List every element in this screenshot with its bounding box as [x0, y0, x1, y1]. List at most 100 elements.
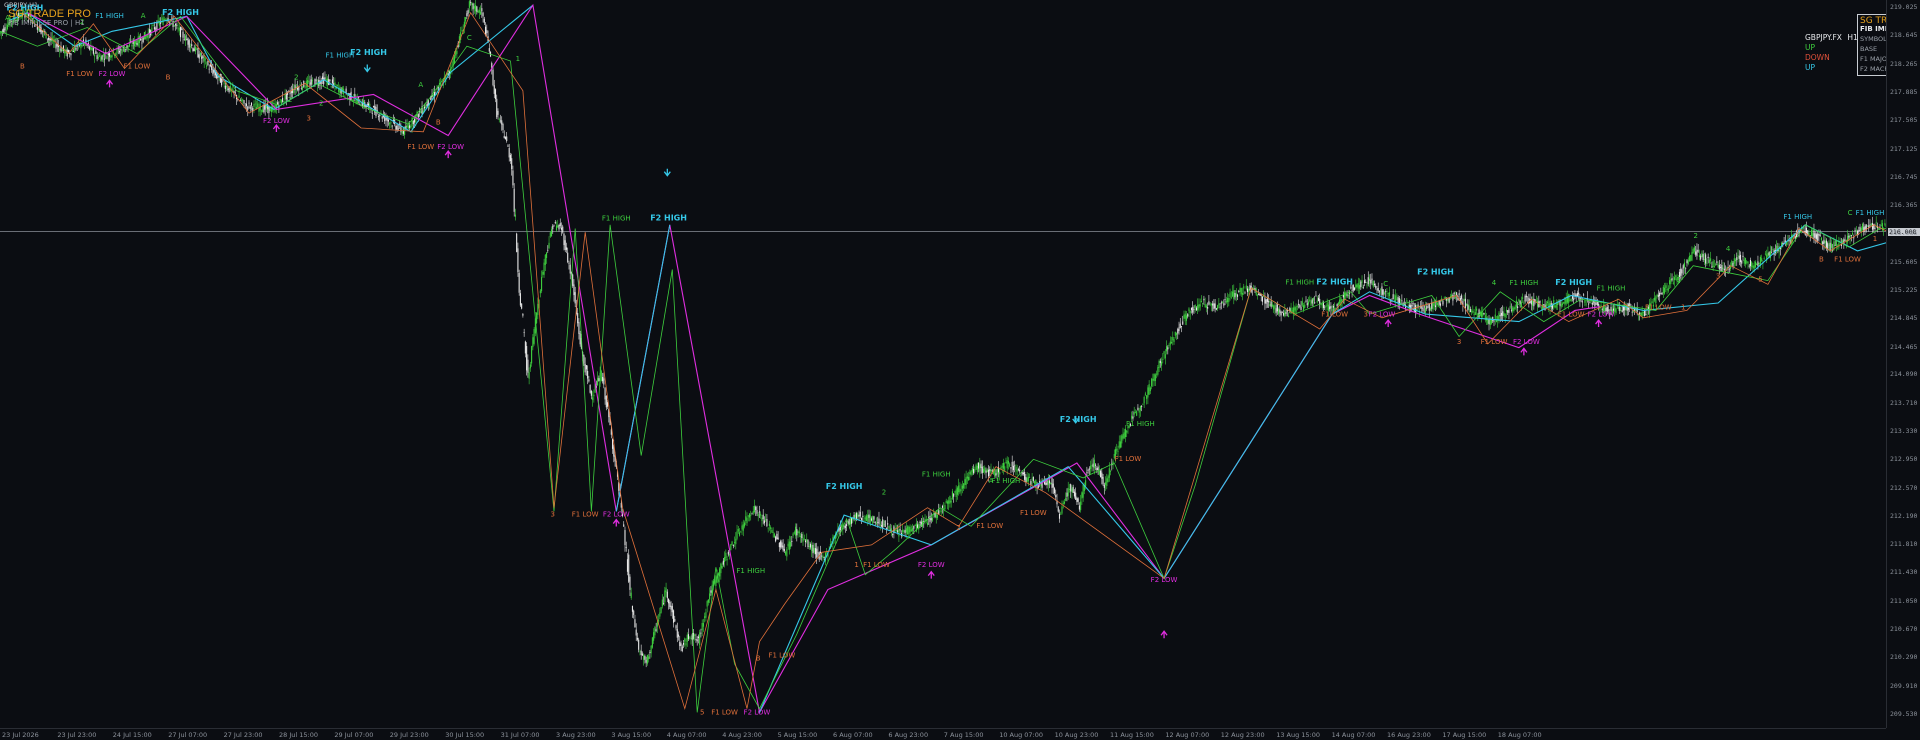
candle-bear — [780, 541, 781, 547]
candle-bear — [225, 86, 226, 89]
candle-bull — [1357, 285, 1358, 288]
price-axis[interactable]: 216.008 219.025218.645218.265217.885217.… — [1886, 0, 1920, 728]
candle-bear — [1483, 313, 1484, 314]
candle-bull — [794, 532, 795, 533]
candle-bear — [668, 599, 669, 603]
candle-bear — [759, 512, 760, 513]
time-tick: 16 Aug 23:00 — [1387, 731, 1431, 739]
candle-bull — [1110, 471, 1111, 472]
candle-bear — [1314, 302, 1315, 303]
candle-bull — [205, 59, 206, 60]
time-tick: 30 Jul 15:00 — [445, 731, 484, 739]
time-tick: 3 Aug 23:00 — [556, 731, 596, 739]
chart-area[interactable]: F2 HIGHAB2F1 HIGHAF2 HIGHF1 LOWF2 LOWF1 … — [0, 0, 1886, 728]
candle-bull — [1188, 308, 1189, 311]
candle-bear — [934, 513, 935, 517]
candle-bull — [1706, 263, 1707, 264]
candle-bull — [112, 55, 113, 57]
candle-bear — [646, 660, 647, 663]
candle-bear — [1588, 304, 1589, 305]
candle-bear — [1030, 481, 1031, 485]
candle-bear — [871, 518, 872, 520]
candle-bull — [1183, 315, 1184, 319]
candle-bull — [1069, 489, 1070, 490]
candle-bull — [540, 290, 541, 293]
candle-bear — [1442, 301, 1443, 305]
candle-bear — [815, 548, 816, 554]
price-chart[interactable]: F2 HIGHAB2F1 HIGHAF2 HIGHF1 LOWF2 LOWF1 … — [0, 0, 1886, 728]
candle-bear — [201, 56, 202, 58]
candle-bull — [898, 529, 899, 536]
fib-label: 3 — [1364, 310, 1368, 318]
candle-bear — [1375, 286, 1376, 288]
fib-label: F2 HIGH — [1555, 278, 1592, 287]
candle-bull — [1466, 304, 1467, 305]
candle-bear — [1203, 299, 1204, 300]
candle-bear — [1858, 230, 1859, 231]
candle-bear — [1698, 250, 1699, 251]
candle-bear — [89, 46, 90, 49]
candle-bull — [765, 519, 766, 520]
candle-bear — [324, 77, 325, 79]
candle-bull — [972, 468, 973, 471]
time-tick: 31 Jul 07:00 — [501, 731, 540, 739]
candle-bear — [560, 223, 561, 226]
candle-bear — [323, 78, 324, 85]
candle-bull — [863, 520, 864, 521]
candle-bull — [331, 86, 332, 87]
candle-bull — [1691, 252, 1692, 260]
candle-bull — [1615, 308, 1616, 313]
candle-bear — [424, 107, 425, 109]
candle-bull — [475, 5, 476, 11]
candle-bear — [656, 629, 657, 630]
candle-bull — [908, 526, 909, 534]
candle-bear — [95, 51, 96, 54]
candle-bull — [1569, 300, 1570, 301]
candle-bull — [1355, 284, 1356, 288]
candle-bull — [1230, 292, 1231, 296]
time-tick: 17 Aug 15:00 — [1442, 731, 1486, 739]
candle-bear — [75, 48, 76, 49]
candle-bear — [83, 40, 84, 42]
time-tick: 10 Aug 23:00 — [1055, 731, 1099, 739]
time-tick: 29 Jul 23:00 — [390, 731, 429, 739]
candle-bull — [425, 105, 426, 108]
candle-bull — [1231, 297, 1232, 298]
candle-bull — [748, 516, 749, 517]
fib-label: 2 — [319, 100, 323, 108]
candle-bear — [1488, 320, 1489, 324]
candle-bull — [709, 593, 710, 599]
candle-bear — [1660, 293, 1661, 294]
candle-bear — [578, 322, 579, 334]
candle-bull — [651, 646, 652, 653]
candle-bull — [1090, 466, 1091, 469]
candle-bull — [745, 516, 746, 520]
candle-bull — [1233, 290, 1234, 299]
candle-bull — [1505, 314, 1506, 317]
candle-bear — [778, 538, 779, 540]
fib-label: A — [141, 12, 146, 20]
candle-bear — [1262, 296, 1263, 301]
candle-bear — [1813, 230, 1814, 238]
candle-bear — [521, 304, 522, 309]
candle-bull — [771, 530, 772, 533]
price-tick: 214.845 — [1890, 314, 1917, 322]
candle-bear — [1104, 485, 1105, 488]
candle-bull — [997, 469, 998, 474]
candle-bull — [1246, 286, 1247, 289]
f2_down-fib-line — [27, 5, 1599, 712]
candle-bull — [280, 99, 281, 100]
candle-bull — [915, 525, 916, 526]
candle-bull — [1373, 281, 1374, 287]
info-status-row: UP — [1805, 63, 1858, 73]
time-axis[interactable]: 23 Jul 202623 Jul 23:0024 Jul 15:0027 Ju… — [0, 728, 1886, 740]
candle-bear — [1238, 291, 1239, 292]
candle-bull — [1029, 477, 1030, 478]
candle-bear — [495, 89, 496, 99]
candle-bull — [334, 82, 335, 85]
candle-bear — [1058, 507, 1059, 511]
candle-bear — [1729, 269, 1730, 270]
candle-bear — [1379, 291, 1380, 292]
fib-label: F1 LOW — [572, 511, 599, 519]
candle-bear — [992, 470, 993, 471]
